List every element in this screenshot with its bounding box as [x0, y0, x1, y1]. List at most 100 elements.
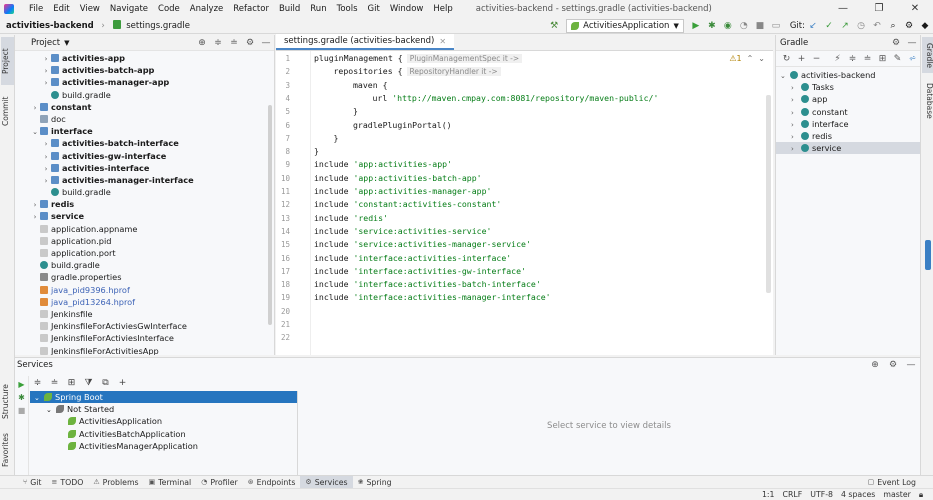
- menu-run[interactable]: Run: [305, 0, 331, 18]
- add-icon[interactable]: +: [114, 378, 131, 388]
- code-line[interactable]: 8}: [276, 145, 756, 158]
- menu-tools[interactable]: Tools: [332, 0, 363, 18]
- project-tree-item[interactable]: gradle.properties: [15, 271, 274, 283]
- tool-window-profiler[interactable]: ◔ Profiler: [196, 476, 243, 489]
- status-file-encoding[interactable]: UTF-8: [810, 490, 833, 499]
- code-line[interactable]: 15 include 'service:activities-manager-se…: [276, 238, 756, 251]
- code-line[interactable]: 22: [276, 331, 756, 344]
- project-tree-item[interactable]: › activities-batch-app: [15, 64, 274, 76]
- ide-update-icon[interactable]: ◆: [918, 19, 932, 33]
- menu-edit[interactable]: Edit: [48, 0, 74, 18]
- project-tree-item[interactable]: Jenkinsfile: [15, 308, 274, 320]
- status-git-branch[interactable]: master: [883, 490, 911, 499]
- menu-refactor[interactable]: Refactor: [228, 0, 274, 18]
- chevron-right-icon[interactable]: ›: [791, 94, 801, 106]
- offline-mode-icon[interactable]: ⩫: [905, 54, 920, 64]
- gradle-tree-item[interactable]: › interface: [776, 118, 920, 130]
- settings-gear-icon[interactable]: ⚙: [902, 19, 916, 33]
- breadcrumb-project[interactable]: activities-backend: [6, 21, 94, 31]
- project-tree-item[interactable]: doc: [15, 113, 274, 125]
- project-panel-title[interactable]: Project: [19, 38, 60, 48]
- chevron-right-icon[interactable]: ›: [791, 107, 801, 119]
- project-tree-item[interactable]: › activities-manager-app: [15, 76, 274, 88]
- project-tree-item[interactable]: › activities-gw-interface: [15, 150, 274, 162]
- remove-icon[interactable]: −: [809, 54, 824, 64]
- structure-tool-tab[interactable]: Structure: [1, 380, 14, 424]
- project-tree-item[interactable]: build.gradle: [15, 259, 274, 271]
- code-line[interactable]: 1 pluginManagement {PluginManagementSpec …: [276, 52, 756, 65]
- git-history-icon[interactable]: ◷: [854, 19, 868, 33]
- wrench-icon[interactable]: ✎: [890, 54, 905, 64]
- run-configuration-selector[interactable]: ActivitiesApplication ▼: [566, 19, 684, 33]
- collapse-all-icon[interactable]: ≐: [46, 378, 63, 388]
- tool-window-services[interactable]: ⚙ Services: [300, 475, 353, 489]
- menu-code[interactable]: Code: [153, 0, 185, 18]
- tool-window-problems[interactable]: ⚠ Problems: [88, 476, 143, 489]
- git-push-icon[interactable]: ↗: [838, 19, 852, 33]
- services-tree-item[interactable]: ⌄ Spring Boot: [30, 391, 297, 404]
- database-tool-tab[interactable]: Database: [922, 79, 933, 123]
- stop-icon[interactable]: ■: [753, 19, 767, 33]
- maximize-icon[interactable]: ❐: [861, 0, 897, 18]
- menu-file[interactable]: File: [24, 0, 48, 18]
- code-line[interactable]: 6 gradlePluginPortal(): [276, 119, 756, 132]
- menu-help[interactable]: Help: [428, 0, 457, 18]
- gradle-tree-item[interactable]: › app: [776, 93, 920, 105]
- project-tree-item[interactable]: › activities-app: [15, 52, 274, 64]
- services-tree-item[interactable]: ActivitiesApplication: [30, 415, 297, 427]
- status-line-separator[interactable]: CRLF: [783, 490, 803, 499]
- hide-panel-icon[interactable]: —: [902, 360, 920, 370]
- code-line[interactable]: 11 include 'app:activities-manager-app': [276, 185, 756, 198]
- notification-marker-icon[interactable]: [925, 240, 931, 270]
- project-tree-item[interactable]: build.gradle: [15, 89, 274, 101]
- gradle-tree-item[interactable]: › redis: [776, 130, 920, 142]
- chevron-down-icon[interactable]: ⌄: [34, 392, 44, 404]
- project-tree-item[interactable]: java_pid9396.hprof: [15, 284, 274, 296]
- services-tree-item[interactable]: ActivitiesBatchApplication: [30, 428, 297, 440]
- filter-icon[interactable]: ⧩: [80, 378, 97, 388]
- tool-window-event-log[interactable]: ▢ Event Log: [863, 476, 921, 489]
- tool-window-terminal[interactable]: ▣ Terminal: [144, 476, 197, 489]
- coverage-icon[interactable]: ◉: [721, 19, 735, 33]
- code-line[interactable]: 21: [276, 318, 756, 331]
- dependencies-icon[interactable]: ⊞: [875, 54, 890, 64]
- favorites-tool-tab[interactable]: Favorites: [1, 428, 14, 472]
- commit-tool-tab[interactable]: Commit: [1, 89, 14, 133]
- debug-icon[interactable]: ✱: [15, 393, 28, 402]
- code-line[interactable]: 4 url 'http://maven.cmpay.com:8081/reposi…: [276, 92, 756, 105]
- lock-icon[interactable]: 🔒︎: [919, 490, 923, 500]
- gradle-tree-item[interactable]: › constant: [776, 106, 920, 118]
- add-service-icon[interactable]: ⊕: [866, 360, 884, 370]
- project-tree-item[interactable]: application.pid: [15, 235, 274, 247]
- tool-window-todo[interactable]: ≡ TODO: [46, 476, 88, 489]
- layout-icon[interactable]: ▭: [769, 19, 783, 33]
- settings-gear-icon[interactable]: ⚙: [884, 360, 902, 370]
- code-line[interactable]: 9 include 'app:activities-app': [276, 158, 756, 171]
- expand-all-icon[interactable]: ≑: [29, 378, 46, 388]
- chevron-down-icon[interactable]: ⌄: [46, 404, 56, 416]
- code-line[interactable]: 5}: [276, 105, 756, 118]
- project-tree-item[interactable]: › service: [15, 210, 274, 222]
- code-line[interactable]: 19 include 'interface:activities-manager-…: [276, 291, 756, 304]
- code-line[interactable]: 10 include 'app:activities-batch-app': [276, 172, 756, 185]
- project-tree-item[interactable]: › activities-batch-interface: [15, 137, 274, 149]
- code-line[interactable]: 12 include 'constant:activities-constant': [276, 198, 756, 211]
- settings-gear-icon[interactable]: ⚙: [888, 38, 904, 48]
- close-tab-icon[interactable]: ✕: [439, 37, 446, 46]
- build-hammer-icon[interactable]: ⚒: [547, 19, 561, 33]
- project-tree-item[interactable]: java_pid13264.hprof: [15, 296, 274, 308]
- project-tree-item[interactable]: JenkinsfileForActivitiesApp: [15, 345, 274, 355]
- project-tree-item[interactable]: JenkinsfileForActiviesInterface: [15, 332, 274, 344]
- code-line[interactable]: 17 include 'interface:activities-gw-inter…: [276, 265, 756, 278]
- code-line[interactable]: 7}: [276, 132, 756, 145]
- close-icon[interactable]: ✕: [897, 0, 933, 18]
- tool-window-spring[interactable]: ❀ Spring: [353, 476, 397, 489]
- status-indent-setting[interactable]: 4 spaces: [841, 490, 875, 499]
- expand-all-icon[interactable]: ≑: [210, 38, 226, 48]
- editor-tab-settings-gradle[interactable]: settings.gradle (activities-backend) ✕: [276, 34, 455, 50]
- status-caret-position[interactable]: 1:1: [762, 490, 775, 499]
- tool-window-git[interactable]: ⑂ Git: [18, 476, 46, 489]
- collapse-all-icon[interactable]: ≐: [226, 38, 242, 48]
- project-tree-item[interactable]: › activities-interface: [15, 162, 274, 174]
- menu-git[interactable]: Git: [363, 0, 385, 18]
